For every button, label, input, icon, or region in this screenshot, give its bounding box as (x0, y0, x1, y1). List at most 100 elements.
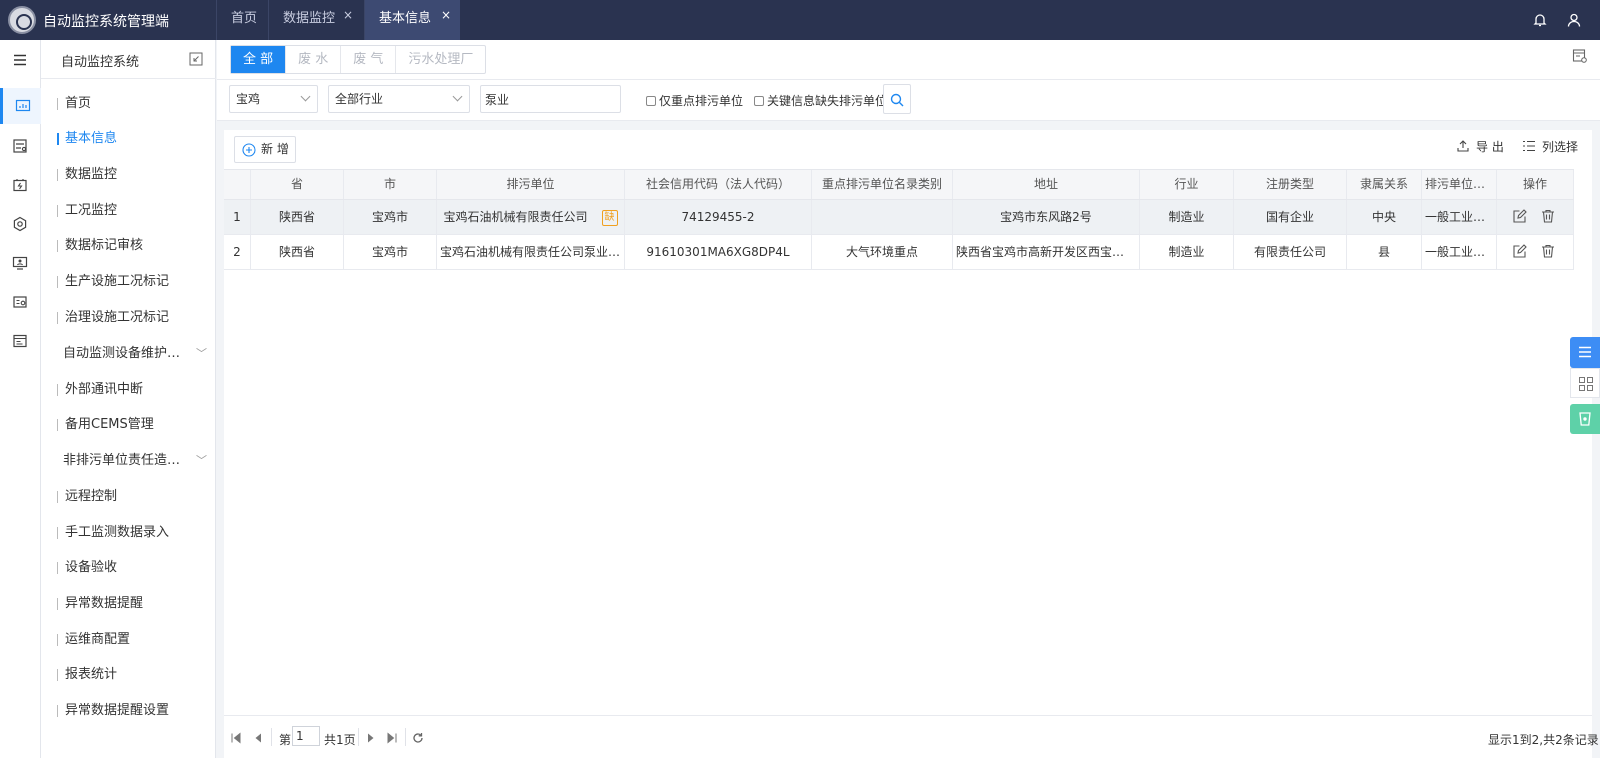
rail-item-settings[interactable] (0, 128, 41, 164)
prev-page-icon[interactable] (252, 732, 264, 744)
cell-province: 陕西省 (251, 200, 344, 234)
monitor-user-icon (12, 256, 28, 270)
close-icon[interactable]: × (441, 0, 451, 34)
sidebar-item-backup-cems[interactable]: 备用CEMS管理 (57, 411, 207, 439)
table-header-cell[interactable]: 隶属关系 (1347, 170, 1422, 199)
sidebar-item-data-monitor[interactable]: 数据监控 (57, 161, 207, 189)
sidebar-item-non-responsibility-group[interactable]: 非排污单位责任造… ﹀ (57, 447, 207, 475)
checkbox-label: 关键信息缺失排污单位 (767, 94, 888, 108)
sidebar-item-abnormal-alert[interactable]: 异常数据提醒 (57, 590, 207, 618)
add-button[interactable]: 新 增 (234, 136, 296, 163)
sidebar-item-remote-control[interactable]: 远程控制 (57, 483, 207, 511)
sidebar-item-maintenance-group[interactable]: 自动监测设备维护… ﹀ (57, 340, 207, 368)
cell-credit-code: 91610301MA6XG8DP4L (625, 235, 812, 269)
checkbox-box[interactable] (646, 96, 656, 106)
trash-icon[interactable] (1541, 244, 1555, 258)
grid-icon (1579, 377, 1593, 391)
city-select[interactable]: 宝鸡 (229, 85, 318, 113)
table-row[interactable]: 1 陕西省 宝鸡市 宝鸡石油机械有限责任公司缺 74129455-2 宝鸡市东风… (224, 200, 1574, 235)
table-header-cell[interactable]: 市 (344, 170, 437, 199)
sidebar-item-label: 手工监测数据录入 (65, 525, 170, 540)
table-header-cell[interactable]: 排污单位 (437, 170, 625, 199)
edit-icon[interactable] (1513, 209, 1527, 223)
table-header-cell[interactable]: 地址 (953, 170, 1140, 199)
table-header-cell[interactable]: 行业 (1140, 170, 1234, 199)
keyword-input[interactable] (480, 85, 621, 113)
bell-icon[interactable] (1532, 12, 1548, 28)
sidebar-item-vendor-config[interactable]: 运维商配置 (57, 626, 207, 654)
chevron-down-icon: ﹀ (196, 454, 207, 467)
first-page-icon[interactable] (230, 732, 242, 744)
sidebar-item-alert-settings[interactable]: 异常数据提醒设置 (57, 697, 207, 725)
trash-icon[interactable] (1541, 209, 1555, 223)
rail-item-monitor[interactable] (0, 88, 41, 124)
sidebar-item-condition-monitor[interactable]: 工况监控 (57, 197, 207, 225)
export-label: 导 出 (1476, 140, 1504, 154)
type-tab-wastewater[interactable]: 废 水 (286, 46, 342, 73)
table-header-cell[interactable]: 重点排污单位名录类别 (812, 170, 953, 199)
tab-label: 基本信息 (379, 11, 432, 26)
sidebar-item-treatment-mark[interactable]: 治理设施工况标记 (57, 304, 207, 332)
rail-item-power[interactable] (0, 167, 41, 203)
cell-actions (1497, 200, 1574, 234)
cell-affiliation: 中央 (1347, 200, 1422, 234)
chevron-down-icon (300, 91, 311, 102)
sidebar-item-basic-info[interactable]: 基本信息 (57, 125, 207, 153)
sidebar-item-manual-entry[interactable]: 手工监测数据录入 (57, 519, 207, 547)
tab-basic-info[interactable]: 基本信息 × (364, 0, 460, 40)
rail-item-device[interactable] (0, 284, 41, 320)
type-tab-exhaust[interactable]: 废 气 (341, 46, 397, 73)
user-icon[interactable] (1566, 12, 1582, 28)
search-button[interactable] (883, 84, 911, 114)
cell-unit-category: 一般工业企… (1422, 235, 1497, 269)
table-row[interactable]: 2 陕西省 宝鸡市 宝鸡石油机械有限责任公司泵业分… 91610301MA6XG… (224, 235, 1574, 270)
sidebar-item-comm-interrupt[interactable]: 外部通讯中断 (57, 376, 207, 404)
missing-info-checkbox[interactable]: 关键信息缺失排污单位 (754, 92, 887, 109)
record-summary: 显示1到2,共2条记录 (1488, 733, 1599, 747)
edit-icon[interactable] (1513, 244, 1527, 258)
cell-industry: 制造业 (1140, 235, 1234, 269)
key-units-only-checkbox[interactable]: 仅重点排污单位 (646, 92, 743, 109)
sidebar-item-mark-review[interactable]: 数据标记审核 (57, 232, 207, 260)
tab-label: 数据监控 (283, 11, 336, 26)
table-header-cell[interactable]: 排污单位类别 (1422, 170, 1497, 199)
pagination: 第 共1页 显示1到2,共2条记录 (224, 715, 1599, 758)
table-header-cell[interactable]: 省 (251, 170, 344, 199)
industry-select[interactable]: 全部行业 (328, 85, 470, 113)
type-tab-sewage-plant[interactable]: 污水处理厂 (396, 46, 485, 73)
cell-unit-category: 一般工业企… (1422, 200, 1497, 234)
float-grid-button[interactable] (1570, 368, 1600, 398)
type-tab-all[interactable]: 全 部 (231, 46, 287, 73)
sidebar-item-home[interactable]: 首页 (57, 90, 207, 118)
icon-rail (0, 40, 41, 758)
settings-panel-icon[interactable] (1572, 48, 1588, 64)
float-menu-button[interactable] (1570, 337, 1600, 368)
rail-item-config[interactable] (0, 206, 41, 242)
sidebar-item-label: 远程控制 (65, 489, 118, 504)
table-header-cell[interactable]: 社会信用代码（法人代码） (625, 170, 812, 199)
sidebar-item-label: 工况监控 (65, 203, 118, 218)
menu-icon[interactable] (12, 52, 28, 68)
refresh-icon[interactable] (412, 732, 424, 744)
sidebar-item-reports[interactable]: 报表统计 (57, 661, 207, 689)
export-button[interactable]: 导 出 (1456, 138, 1504, 155)
collapse-icon[interactable] (189, 52, 203, 66)
cell-industry: 制造业 (1140, 200, 1234, 234)
sidebar-item-production-mark[interactable]: 生产设施工况标记 (57, 268, 207, 296)
chevron-down-icon (452, 91, 463, 102)
rail-item-screen[interactable] (0, 245, 41, 281)
table-header-cell[interactable]: 注册类型 (1234, 170, 1347, 199)
sidebar-item-acceptance[interactable]: 设备验收 (57, 554, 207, 582)
close-icon[interactable]: × (343, 0, 353, 34)
column-select-button[interactable]: 列选择 (1522, 138, 1578, 155)
checkbox-box[interactable] (754, 96, 764, 106)
tab-data-monitor[interactable]: 数据监控 × (268, 0, 362, 40)
float-clear-button[interactable] (1570, 404, 1600, 434)
row-index: 2 (224, 235, 251, 269)
next-page-icon[interactable] (365, 732, 377, 744)
report-icon (13, 334, 27, 348)
last-page-icon[interactable] (386, 732, 398, 744)
page-number-input[interactable] (292, 726, 320, 746)
tab-home[interactable]: 首页 (216, 0, 271, 40)
rail-item-report[interactable] (0, 323, 41, 359)
